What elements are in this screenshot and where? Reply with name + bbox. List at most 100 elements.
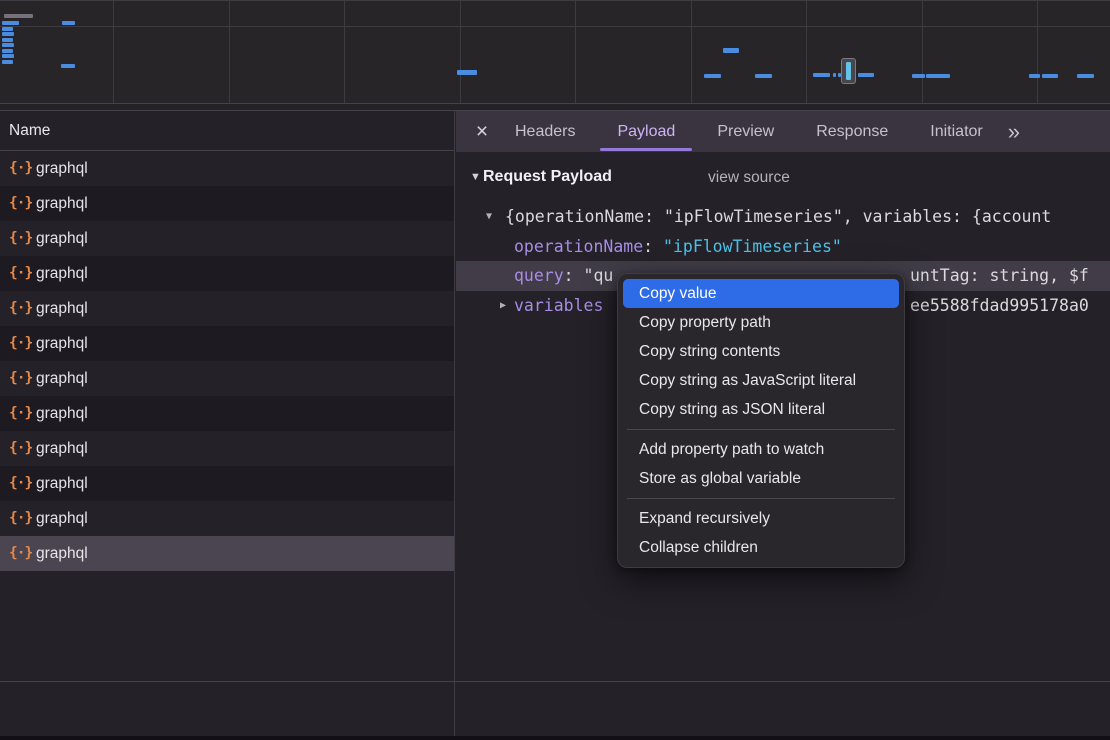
property-key: operationName bbox=[514, 237, 643, 256]
list-item-selected[interactable]: {·}graphql bbox=[0, 536, 454, 571]
details-tabbar: × Headers Payload Preview Response Initi… bbox=[456, 111, 1110, 152]
list-item[interactable]: {·}graphql bbox=[0, 291, 454, 326]
property-value-left-fragment: "qu bbox=[584, 266, 614, 285]
column-header-name[interactable]: Name bbox=[0, 111, 454, 151]
overview-gridline bbox=[922, 1, 923, 103]
property-value-right-fragment: ee5588fdad995178a0 bbox=[910, 291, 1089, 321]
key-separator: : bbox=[564, 266, 584, 285]
menu-item-copy-string-js-literal[interactable]: Copy string as JavaScript literal bbox=[623, 366, 899, 395]
more-tabs-icon[interactable]: » bbox=[1008, 121, 1020, 143]
network-activity-bar bbox=[2, 60, 13, 64]
close-details-button[interactable]: × bbox=[470, 121, 494, 142]
list-item[interactable]: {·}graphql bbox=[0, 501, 454, 536]
overview-gridline bbox=[691, 1, 692, 103]
tab-payload[interactable]: Payload bbox=[596, 111, 696, 152]
tab-response[interactable]: Response bbox=[795, 111, 909, 152]
network-activity-bar bbox=[2, 43, 14, 47]
network-activity-bar bbox=[4, 14, 33, 18]
list-item[interactable]: {·}graphql bbox=[0, 326, 454, 361]
request-list-panel: Name {·}graphql {·}graphql {·}graphql {·… bbox=[0, 111, 455, 736]
collapsed-triangle-icon: ▶ bbox=[500, 291, 506, 321]
window-bottom-edge bbox=[0, 736, 1110, 740]
overview-gridline bbox=[229, 1, 230, 103]
collapse-triangle-icon: ▼ bbox=[470, 171, 481, 183]
view-source-link[interactable]: view source bbox=[708, 169, 790, 187]
network-panel-body: Name {·}graphql {·}graphql {·}graphql {·… bbox=[0, 110, 1110, 736]
json-request-icon: {·} bbox=[9, 256, 36, 291]
list-item[interactable]: {·}graphql bbox=[0, 466, 454, 501]
request-name: graphql bbox=[36, 151, 88, 186]
request-name: graphql bbox=[36, 361, 88, 396]
network-activity-bar bbox=[2, 27, 13, 31]
request-name: graphql bbox=[36, 431, 88, 466]
menu-item-collapse-children[interactable]: Collapse children bbox=[623, 533, 899, 562]
network-activity-bar bbox=[1029, 74, 1040, 78]
expanded-triangle-icon: ▼ bbox=[486, 202, 492, 232]
overview-gridline-horizontal bbox=[0, 26, 1110, 27]
list-item[interactable]: {·}graphql bbox=[0, 431, 454, 466]
json-request-icon: {·} bbox=[9, 396, 36, 431]
list-item[interactable]: {·}graphql bbox=[0, 221, 454, 256]
json-request-icon: {·} bbox=[9, 361, 36, 396]
overview-gridline bbox=[460, 1, 461, 103]
request-name: graphql bbox=[36, 466, 88, 501]
request-payload-section-header[interactable]: ▼ Request Payload view source bbox=[456, 164, 1110, 194]
object-preview-text: {operationName: "ipFlowTimeseries", vari… bbox=[505, 207, 1051, 226]
context-menu: Copy value Copy property path Copy strin… bbox=[617, 273, 905, 568]
request-name: graphql bbox=[36, 501, 88, 536]
json-request-icon: {·} bbox=[9, 326, 36, 361]
json-request-icon: {·} bbox=[9, 501, 36, 536]
network-activity-bar bbox=[1042, 74, 1058, 78]
network-activity-bar bbox=[926, 74, 950, 78]
network-activity-bar bbox=[813, 73, 830, 77]
menu-item-copy-property-path[interactable]: Copy property path bbox=[623, 308, 899, 337]
menu-divider bbox=[627, 429, 895, 430]
property-key: variables bbox=[514, 296, 603, 315]
list-item[interactable]: {·}graphql bbox=[0, 151, 454, 186]
list-item[interactable]: {·}graphql bbox=[0, 396, 454, 431]
menu-item-store-as-global-variable[interactable]: Store as global variable bbox=[623, 464, 899, 493]
payload-root-row[interactable]: ▼ {operationName: "ipFlowTimeseries", va… bbox=[456, 202, 1110, 232]
property-key: query bbox=[514, 266, 564, 285]
network-activity-bar bbox=[2, 38, 13, 42]
section-title: Request Payload bbox=[483, 168, 612, 186]
json-request-icon: {·} bbox=[9, 221, 36, 256]
tab-preview[interactable]: Preview bbox=[696, 111, 795, 152]
network-activity-bar bbox=[62, 21, 75, 25]
menu-item-copy-string-contents[interactable]: Copy string contents bbox=[623, 337, 899, 366]
property-value-right-fragment: untTag: string, $f bbox=[910, 261, 1089, 291]
menu-item-add-property-path-to-watch[interactable]: Add property path to watch bbox=[623, 435, 899, 464]
overview-gridline bbox=[113, 1, 114, 103]
network-activity-bar bbox=[457, 70, 477, 75]
request-name: graphql bbox=[36, 256, 88, 291]
json-request-icon: {·} bbox=[9, 431, 36, 466]
json-request-icon: {·} bbox=[9, 536, 36, 571]
request-name: graphql bbox=[36, 536, 88, 571]
payload-operation-row[interactable]: operationName: "ipFlowTimeseries" bbox=[456, 232, 1110, 262]
network-activity-bar bbox=[858, 73, 874, 77]
network-activity-bar bbox=[838, 73, 841, 77]
json-request-icon: {·} bbox=[9, 151, 36, 186]
devtools-network-panel: { "overview": { "gridlines_x": [113, 228… bbox=[0, 0, 1110, 740]
list-item[interactable]: {·}graphql bbox=[0, 256, 454, 291]
menu-item-expand-recursively[interactable]: Expand recursively bbox=[623, 504, 899, 533]
request-name: graphql bbox=[36, 186, 88, 221]
request-name: graphql bbox=[36, 326, 88, 361]
menu-item-copy-value[interactable]: Copy value bbox=[623, 279, 899, 308]
menu-item-copy-string-json-literal[interactable]: Copy string as JSON literal bbox=[623, 395, 899, 424]
tab-headers[interactable]: Headers bbox=[494, 111, 596, 152]
network-activity-bar bbox=[723, 48, 739, 53]
list-item[interactable]: {·}graphql bbox=[0, 186, 454, 221]
summary-bar-divider bbox=[0, 681, 1110, 682]
network-overview[interactable] bbox=[0, 0, 1110, 104]
json-request-icon: {·} bbox=[9, 186, 36, 221]
network-activity-bar bbox=[2, 49, 13, 53]
overview-gridline bbox=[1037, 1, 1038, 103]
tab-initiator[interactable]: Initiator bbox=[909, 111, 1003, 152]
network-activity-bar bbox=[2, 54, 14, 58]
overview-gridline bbox=[344, 1, 345, 103]
network-activity-bar bbox=[755, 74, 772, 78]
network-activity-bar bbox=[61, 64, 75, 68]
list-item[interactable]: {·}graphql bbox=[0, 361, 454, 396]
json-request-icon: {·} bbox=[9, 466, 36, 501]
